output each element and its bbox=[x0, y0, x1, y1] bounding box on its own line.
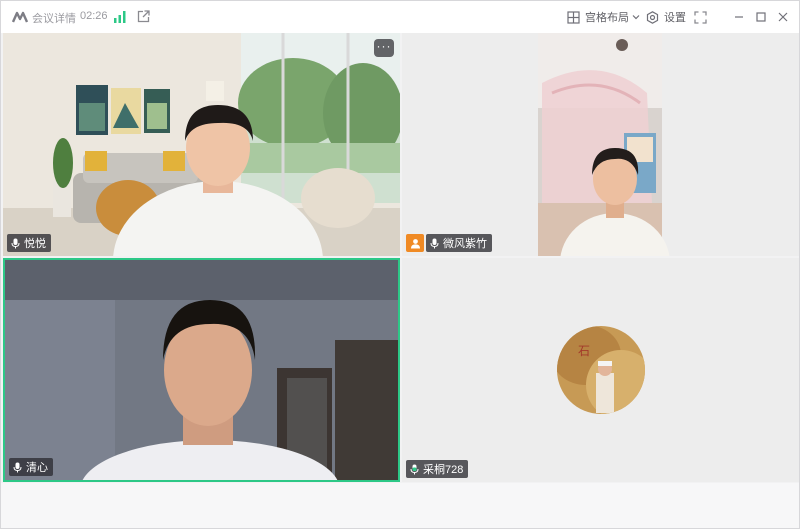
video-tile-participant-3-active-speaker[interactable]: 清心 bbox=[3, 258, 400, 482]
microphone-icon bbox=[430, 238, 439, 248]
chevron-down-icon bbox=[632, 15, 640, 20]
meeting-details-link[interactable]: 会议详情 bbox=[32, 10, 76, 26]
settings-button[interactable]: 设置 bbox=[646, 1, 686, 33]
meeting-window: 会议详情 02:26 宫格布局 设置 ··· 悦悦 微风紫竹 清心 石 采桐72… bbox=[0, 0, 800, 529]
microphone-active-icon bbox=[410, 464, 419, 474]
grid-layout-label: 宫格布局 bbox=[585, 12, 629, 24]
video-tile-participant-4[interactable]: 石 采桐728 bbox=[402, 258, 799, 482]
participant-name-tag: 悦悦 bbox=[7, 234, 51, 252]
participant-name: 采桐728 bbox=[423, 464, 464, 476]
share-external-icon[interactable] bbox=[137, 10, 150, 23]
microphone-icon bbox=[13, 462, 22, 472]
video-tile-participant-2[interactable]: 微风紫竹 bbox=[402, 33, 799, 256]
host-badge bbox=[406, 234, 424, 252]
grid-layout-icon bbox=[567, 10, 580, 24]
participant-name: 清心 bbox=[26, 462, 48, 474]
svg-text:石: 石 bbox=[578, 344, 590, 358]
minimize-icon[interactable] bbox=[732, 10, 746, 24]
title-bar: 会议详情 02:26 宫格布局 设置 bbox=[1, 1, 799, 33]
participant-name-tag: 采桐728 bbox=[406, 460, 469, 478]
video-tile-participant-1[interactable]: ··· 悦悦 bbox=[3, 33, 400, 256]
meeting-timer: 02:26 bbox=[80, 10, 108, 22]
network-signal-icon[interactable] bbox=[113, 10, 127, 23]
fullscreen-icon[interactable] bbox=[694, 11, 707, 24]
close-icon[interactable] bbox=[776, 10, 790, 24]
bottom-toolbar-area bbox=[1, 483, 799, 528]
participant-name: 悦悦 bbox=[24, 238, 46, 250]
participant-name-tag: 微风紫竹 bbox=[426, 234, 492, 252]
tile-more-button[interactable]: ··· bbox=[374, 39, 394, 57]
app-logo-icon bbox=[12, 11, 29, 23]
participant-video-feed bbox=[3, 33, 400, 256]
settings-label: 设置 bbox=[664, 12, 686, 24]
participant-video-feed bbox=[402, 33, 799, 256]
participant-name: 微风紫竹 bbox=[443, 238, 487, 250]
microphone-icon bbox=[11, 238, 20, 248]
participant-avatar: 石 bbox=[557, 326, 645, 414]
grid-layout-button[interactable]: 宫格布局 bbox=[567, 1, 640, 33]
participant-video-feed bbox=[5, 260, 398, 480]
maximize-icon[interactable] bbox=[754, 10, 768, 24]
host-user-icon bbox=[410, 238, 420, 249]
gear-icon bbox=[646, 10, 659, 24]
participant-name-tag: 清心 bbox=[9, 458, 53, 476]
